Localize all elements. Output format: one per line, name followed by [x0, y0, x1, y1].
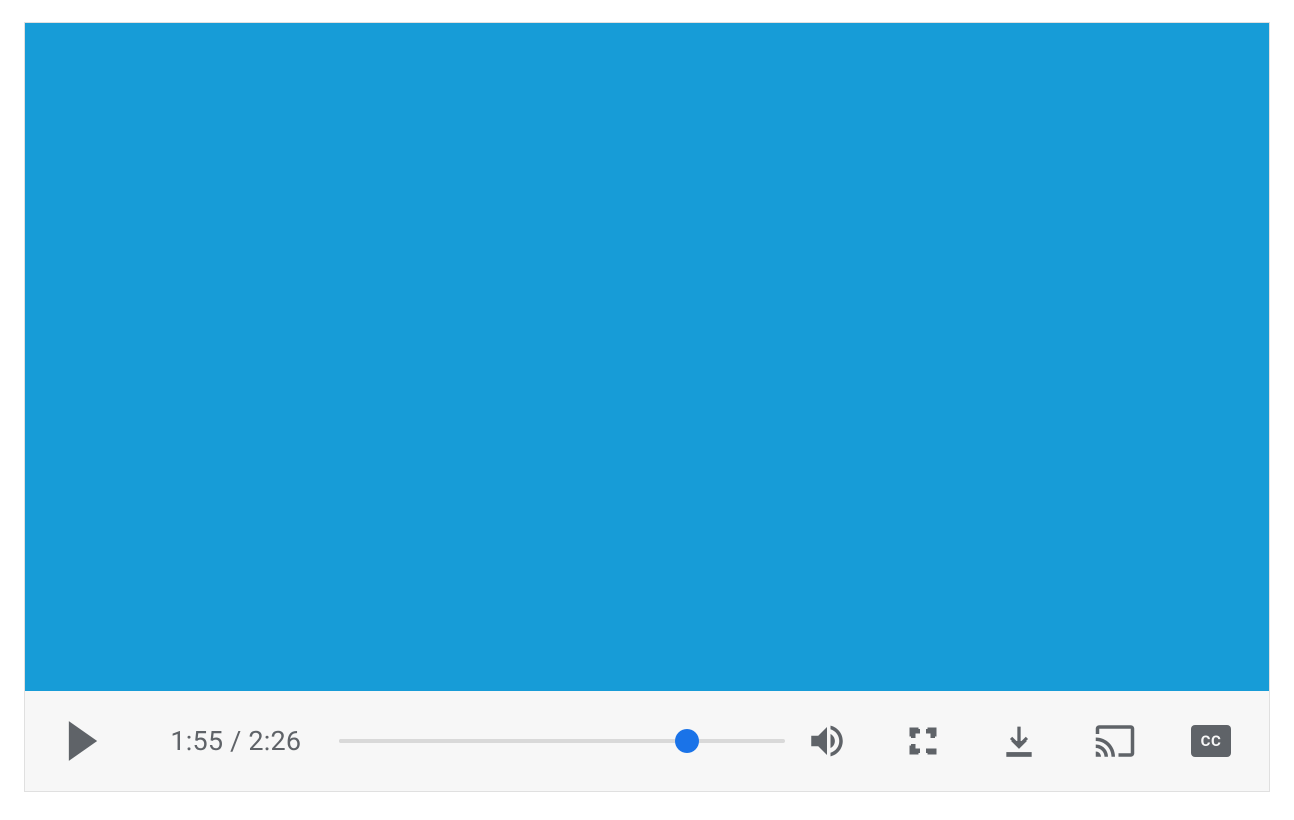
play-button[interactable] [59, 717, 107, 765]
time-display: 1:55 / 2:26 [129, 693, 301, 789]
cc-label: CC [1201, 732, 1222, 750]
volume-button[interactable] [803, 717, 851, 765]
download-button[interactable] [995, 717, 1043, 765]
fullscreen-button[interactable] [899, 717, 947, 765]
progress-track [339, 739, 785, 743]
video-canvas[interactable] [25, 23, 1269, 691]
progress-thumb[interactable] [675, 729, 699, 753]
download-icon [1000, 722, 1038, 760]
duration: 2:26 [248, 725, 301, 757]
time-separator: / [223, 725, 248, 757]
play-icon [66, 721, 100, 761]
progress-slider[interactable] [339, 729, 785, 753]
captions-icon: CC [1191, 725, 1231, 757]
progress-fill [339, 739, 687, 743]
video-player: 1:55 / 2:26 [24, 22, 1270, 792]
controls-bar: 1:55 / 2:26 [25, 691, 1269, 791]
cast-icon [1094, 720, 1136, 762]
captions-button[interactable]: CC [1187, 717, 1235, 765]
current-time: 1:55 [170, 725, 223, 757]
volume-icon [806, 720, 848, 762]
cast-button[interactable] [1091, 717, 1139, 765]
fullscreen-icon [905, 723, 941, 759]
right-controls: CC [803, 717, 1235, 765]
